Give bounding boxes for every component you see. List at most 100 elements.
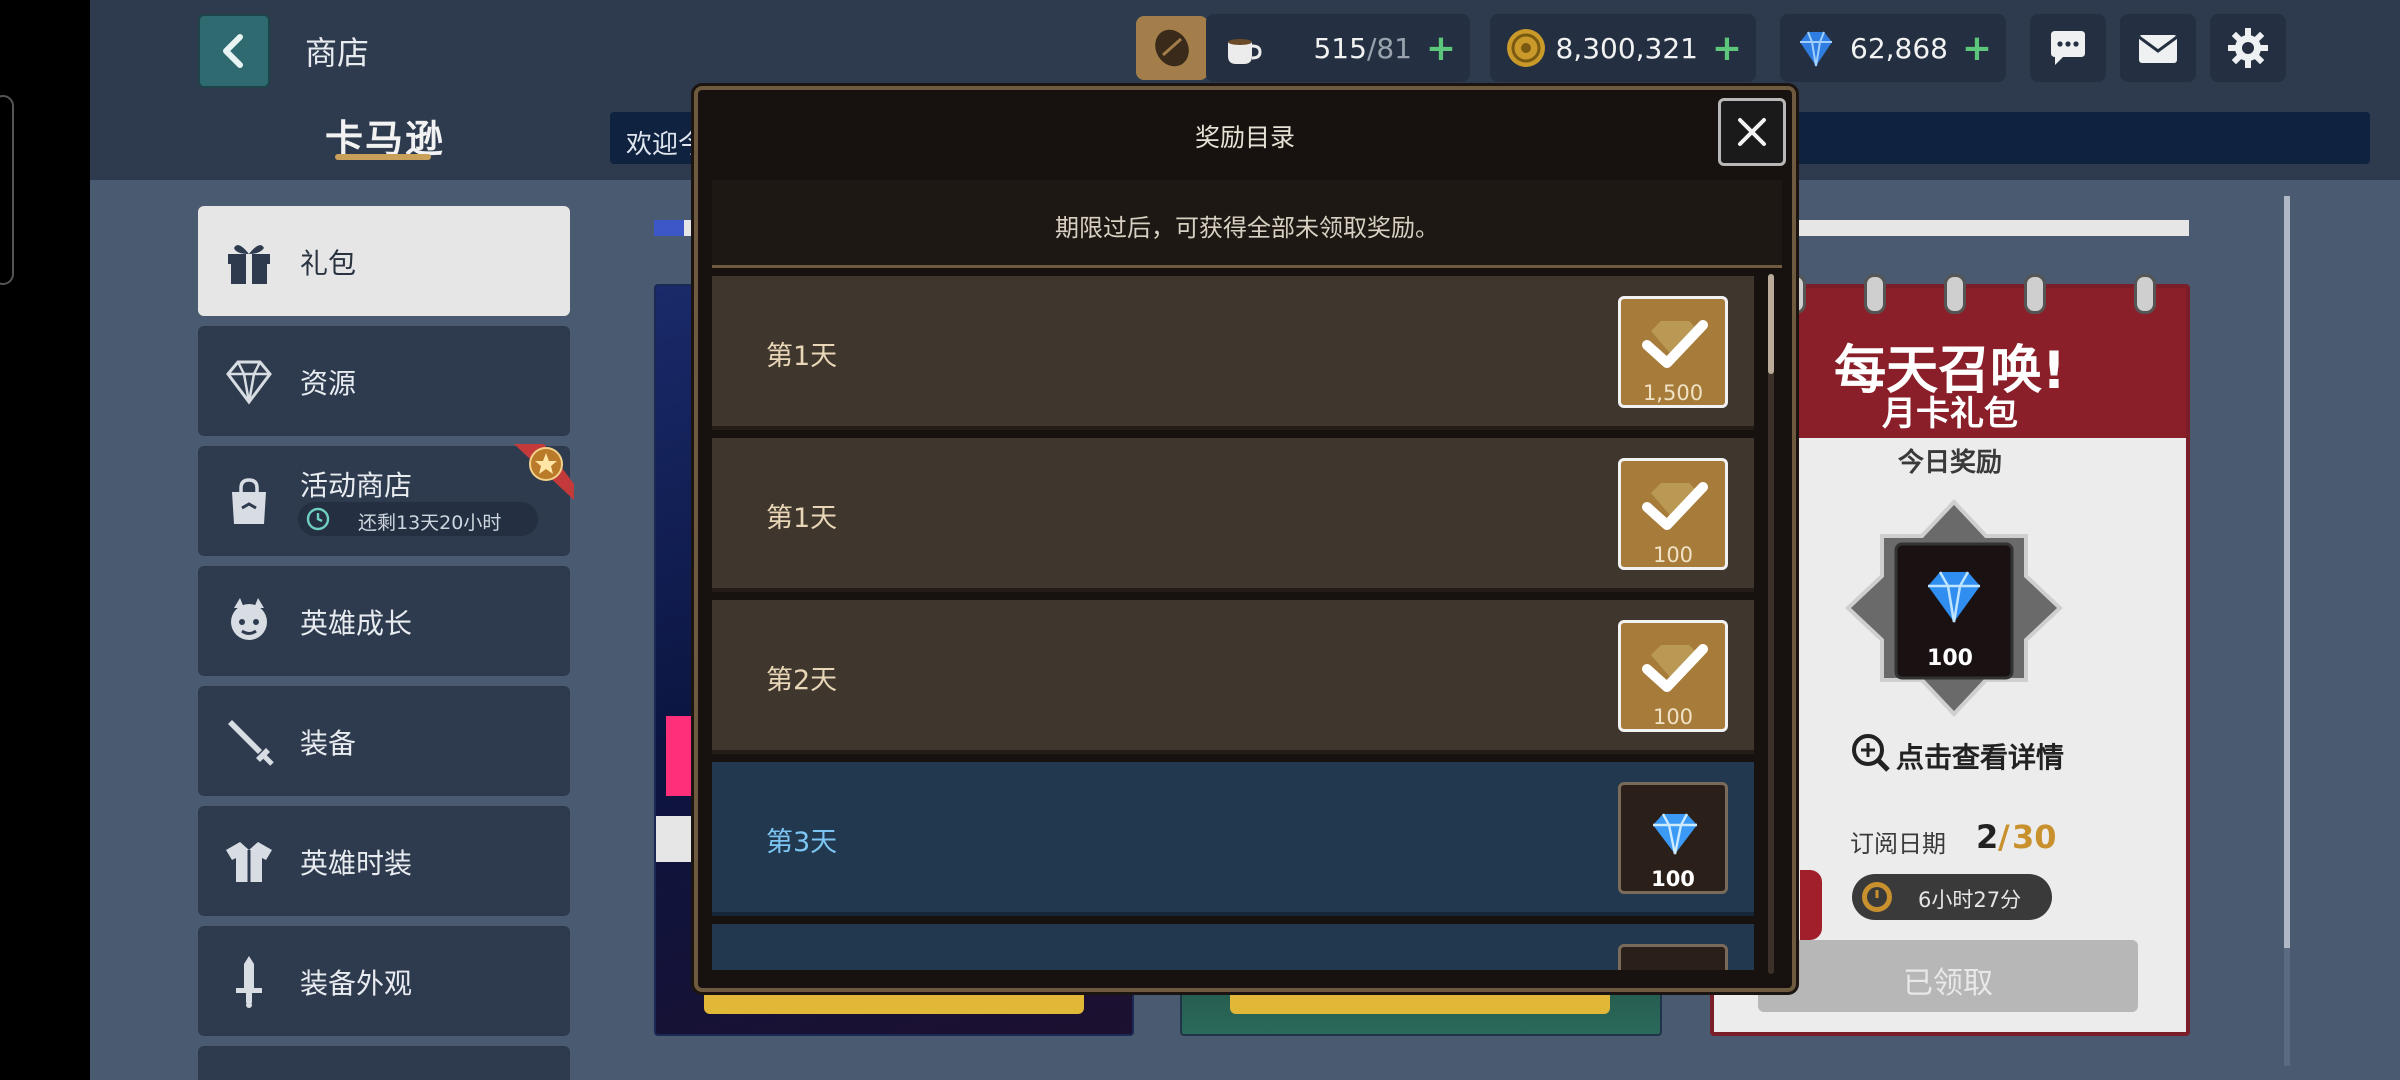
shop-top-strip-accent [654,220,684,236]
clock-icon [306,507,330,531]
reward-item[interactable]: 100 [1618,620,1728,732]
card-buy-bar [704,992,1084,1014]
gold-counter: 8,300,321 + [1490,14,1756,82]
claimed-button[interactable]: 已领取 [1758,940,2138,1012]
page-title: 商店 [305,34,370,72]
refresh-timer: 6小时27分 [1852,874,2052,920]
binder-ring [2134,274,2156,314]
reward-row-current: 第3天 100 [712,762,1754,916]
view-details-link[interactable]: 点击查看详情 [1896,736,2064,776]
coffee-cup-icon [1228,39,1262,64]
subscription-total: 30 [2012,818,2057,856]
chat-button[interactable] [2030,14,2106,82]
sidebar-item-label: 活动商店 [300,469,413,502]
sidebar-item-event-shop[interactable]: 活动商店 还剩13天20小时 [198,444,574,556]
reward-day-label: 第3天 [766,827,838,858]
close-button[interactable] [1718,98,1786,166]
costume-icon [226,842,272,882]
chevron-left-icon [223,34,243,68]
gem-counter: 62,868 + [1780,14,2006,82]
dialog-scrollbar[interactable] [1768,274,1774,974]
shopping-bag-icon [232,478,266,524]
gem-add-button[interactable]: + [1962,28,1992,69]
reward-item[interactable] [1618,944,1728,970]
gold-coin-icon [1507,29,1545,67]
sidebar-item-more[interactable] [198,1046,570,1080]
close-icon [1738,118,1766,146]
reward-quantity: 100 [1651,867,1695,891]
reward-list[interactable]: 第1天 1,500 第1天 100 第2天 100 第3天 100 [712,276,1782,970]
screen: 商店 卡马逊 欢迎今 515/81 + 8,300,321 + 62,868 + [0,0,2400,1080]
binder-ring [1944,274,1966,314]
stamina-counter: 515/81 + [1206,14,1470,82]
brand-tab-underline [335,154,431,160]
reward-row: 第1天 1,500 [712,276,1754,430]
gold-value: 8,300,321 [1555,32,1698,65]
reward-item[interactable]: 100 [1618,458,1728,570]
gear-icon [2228,28,2268,68]
sidebar-item-label: 礼包 [300,247,357,280]
sidebar-item-equipment[interactable]: 装备 [198,686,570,796]
checkmark-icon [1642,482,1708,530]
reward-quantity: 1,500 [1642,381,1704,405]
stamina-value: 515/81 [1313,32,1412,65]
diamond-icon [1653,813,1697,855]
magnifier-plus-icon [1852,734,1890,772]
dialog-scrollbar-thumb[interactable] [1768,274,1774,374]
shop-scrollbar-thumb[interactable] [2284,196,2290,948]
dialog-title: 奖励目录 [1194,123,1295,152]
back-button[interactable] [198,14,270,88]
card-side-tab [1800,870,1822,940]
screen-notch [0,95,14,285]
mail-button[interactable] [2120,14,2196,82]
reward-row: 第2天 100 [712,600,1754,754]
card-buy-bar [1230,992,1610,1014]
reward-quantity: 100 [1652,543,1694,567]
diamond-icon [1800,31,1832,67]
reward-day-label: 第1天 [766,341,838,372]
settings-button[interactable] [2210,14,2286,82]
diamond-outline-icon [226,360,272,405]
hero-face-icon [231,598,267,640]
reward-quantity: 100 [1652,705,1694,729]
sidebar-item-label: 英雄成长 [300,607,413,640]
reward-list-dialog: 奖励目录 期限过后，可获得全部未领取奖励。 第1天 1,500 第1天 100 … [694,86,1796,992]
sidebar-item-label: 装备外观 [300,967,413,1000]
reward-item[interactable]: 100 [1618,782,1728,894]
sword-skin-icon [236,956,262,1008]
dialog-notice: 期限过后，可获得全部未领取奖励。 [712,180,1782,268]
sword-icon [228,720,274,766]
checkmark-icon [1642,320,1708,368]
gold-add-button[interactable]: + [1712,28,1742,69]
subscription-separator: / [1998,818,2010,856]
sidebar-item-resources[interactable]: 资源 [198,326,570,436]
stamina-tag[interactable] [1136,16,1208,80]
event-countdown: 还剩13天20小时 [298,502,538,536]
notice-text: 期限过后，可获得全部未领取奖励。 [1055,214,1439,242]
reward-frame [1845,499,2063,717]
binder-ring [1864,274,1886,314]
star-badge-icon [514,444,574,500]
reward-day-label: 第1天 [766,503,838,534]
sidebar-item-label: 装备 [300,727,357,760]
subscription-current: 2 [1976,818,1999,856]
sidebar-item-equipment-skin[interactable]: 装备外观 [198,926,570,1036]
gem-value: 62,868 [1850,32,1948,65]
stamina-add-button[interactable]: + [1426,28,1456,69]
sidebar-item-hero-growth[interactable]: 英雄成长 [198,566,570,676]
sidebar-item-hero-costume[interactable]: 英雄时装 [198,806,570,916]
timer-icon [1862,882,1892,912]
reward-item[interactable]: 1,500 [1618,296,1728,408]
coffee-bean-icon [1155,29,1189,67]
sidebar-item-label: 资源 [300,367,357,400]
mail-icon [2138,35,2178,63]
gift-icon [228,245,270,284]
sidebar-item-label: 英雄时装 [300,847,413,880]
reward-day-label: 第2天 [766,665,838,696]
checkmark-icon [1642,644,1708,692]
sidebar-item-gift[interactable]: 礼包 [198,206,570,316]
reward-row: 第1天 100 [712,438,1754,592]
subscription-label: 订阅日期 [1850,830,1946,858]
chat-bubble-icon [2051,31,2085,65]
reward-row-next [712,924,1754,970]
